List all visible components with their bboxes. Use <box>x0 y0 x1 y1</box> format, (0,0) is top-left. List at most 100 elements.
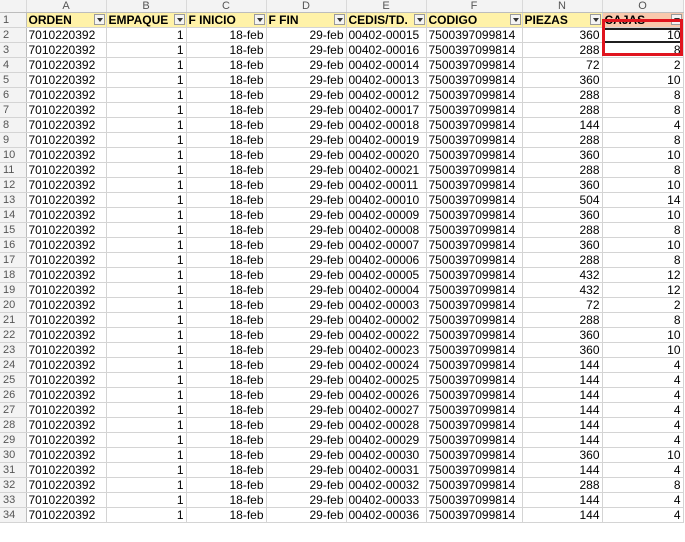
f-fin-cell[interactable]: 29-feb <box>266 147 347 163</box>
f-inicio-cell[interactable]: 18-feb <box>186 132 267 148</box>
cajas-cell[interactable]: 14 <box>602 192 684 208</box>
codigo-cell[interactable]: 7500397099814 <box>426 372 523 388</box>
cedis-cell[interactable]: 00402-00028 <box>346 417 427 433</box>
row-number[interactable]: 25 <box>0 372 27 388</box>
codigo-cell[interactable]: 7500397099814 <box>426 147 523 163</box>
row-number[interactable]: 14 <box>0 207 27 223</box>
cajas-cell[interactable]: 8 <box>602 87 684 103</box>
f-fin-cell[interactable]: 29-feb <box>266 492 347 508</box>
piezas-cell[interactable]: 360 <box>522 147 603 163</box>
cajas-cell[interactable]: 4 <box>602 462 684 478</box>
row-number[interactable]: 19 <box>0 282 27 298</box>
cajas-cell[interactable]: 10 <box>602 207 684 223</box>
orden-cell[interactable]: 7010220392 <box>26 342 107 358</box>
cajas-cell[interactable]: 4 <box>602 507 684 523</box>
f-fin-cell[interactable]: 29-feb <box>266 222 347 238</box>
codigo-cell[interactable]: 7500397099814 <box>426 237 523 253</box>
cedis-cell[interactable]: 00402-00016 <box>346 42 427 58</box>
codigo-cell[interactable]: 7500397099814 <box>426 207 523 223</box>
orden-cell[interactable]: 7010220392 <box>26 447 107 463</box>
piezas-cell[interactable]: 144 <box>522 357 603 373</box>
f-fin-cell[interactable]: 29-feb <box>266 102 347 118</box>
cedis-cell[interactable]: 00402-00015 <box>346 27 427 43</box>
row-number[interactable]: 6 <box>0 87 27 103</box>
orden-cell[interactable]: 7010220392 <box>26 27 107 43</box>
piezas-cell[interactable]: 144 <box>522 402 603 418</box>
empaque-cell[interactable]: 1 <box>106 252 187 268</box>
f-inicio-cell[interactable]: 18-feb <box>186 507 267 523</box>
empaque-cell[interactable]: 1 <box>106 357 187 373</box>
row-number[interactable]: 23 <box>0 342 27 358</box>
piezas-cell[interactable]: 144 <box>522 462 603 478</box>
cajas-cell[interactable]: 10 <box>602 342 684 358</box>
empaque-cell[interactable]: 1 <box>106 222 187 238</box>
cedis-cell[interactable]: 00402-00012 <box>346 87 427 103</box>
header-cell-codigo[interactable]: CODIGO <box>426 12 523 28</box>
filter-dropdown-icon[interactable] <box>589 14 601 25</box>
piezas-cell[interactable]: 144 <box>522 372 603 388</box>
cajas-cell[interactable]: 8 <box>602 102 684 118</box>
piezas-cell[interactable]: 72 <box>522 297 603 313</box>
row-number[interactable]: 26 <box>0 387 27 403</box>
header-cell-cedis[interactable]: CEDIS/TD. <box>346 12 427 28</box>
filter-dropdown-icon[interactable] <box>333 14 345 25</box>
row-number[interactable]: 34 <box>0 507 27 523</box>
cedis-cell[interactable]: 00402-00032 <box>346 477 427 493</box>
cedis-cell[interactable]: 00402-00002 <box>346 312 427 328</box>
codigo-cell[interactable]: 7500397099814 <box>426 507 523 523</box>
orden-cell[interactable]: 7010220392 <box>26 42 107 58</box>
piezas-cell[interactable]: 360 <box>522 72 603 88</box>
f-inicio-cell[interactable]: 18-feb <box>186 72 267 88</box>
row-number[interactable]: 2 <box>0 27 27 43</box>
empaque-cell[interactable]: 1 <box>106 462 187 478</box>
f-fin-cell[interactable]: 29-feb <box>266 207 347 223</box>
f-inicio-cell[interactable]: 18-feb <box>186 492 267 508</box>
row-number[interactable]: 9 <box>0 132 27 148</box>
orden-cell[interactable]: 7010220392 <box>26 327 107 343</box>
cajas-cell[interactable]: 10 <box>602 147 684 163</box>
filter-dropdown-icon[interactable] <box>253 14 265 25</box>
cajas-cell[interactable]: 8 <box>602 477 684 493</box>
cedis-cell[interactable]: 00402-00018 <box>346 117 427 133</box>
empaque-cell[interactable]: 1 <box>106 117 187 133</box>
orden-cell[interactable]: 7010220392 <box>26 312 107 328</box>
codigo-cell[interactable]: 7500397099814 <box>426 102 523 118</box>
piezas-cell[interactable]: 288 <box>522 132 603 148</box>
cajas-cell[interactable]: 4 <box>602 117 684 133</box>
f-inicio-cell[interactable]: 18-feb <box>186 207 267 223</box>
empaque-cell[interactable]: 1 <box>106 42 187 58</box>
cedis-cell[interactable]: 00402-00023 <box>346 342 427 358</box>
codigo-cell[interactable]: 7500397099814 <box>426 342 523 358</box>
f-fin-cell[interactable]: 29-feb <box>266 27 347 43</box>
f-fin-cell[interactable]: 29-feb <box>266 87 347 103</box>
empaque-cell[interactable]: 1 <box>106 72 187 88</box>
f-fin-cell[interactable]: 29-feb <box>266 57 347 73</box>
filter-dropdown-icon[interactable] <box>413 14 425 25</box>
empaque-cell[interactable]: 1 <box>106 402 187 418</box>
row-number[interactable]: 30 <box>0 447 27 463</box>
piezas-cell[interactable]: 288 <box>522 222 603 238</box>
cedis-cell[interactable]: 00402-00031 <box>346 462 427 478</box>
cedis-cell[interactable]: 00402-00011 <box>346 177 427 193</box>
empaque-cell[interactable]: 1 <box>106 432 187 448</box>
f-fin-cell[interactable]: 29-feb <box>266 372 347 388</box>
codigo-cell[interactable]: 7500397099814 <box>426 27 523 43</box>
f-fin-cell[interactable]: 29-feb <box>266 507 347 523</box>
orden-cell[interactable]: 7010220392 <box>26 72 107 88</box>
cajas-cell[interactable]: 10 <box>602 327 684 343</box>
row-number[interactable]: 27 <box>0 402 27 418</box>
piezas-cell[interactable]: 432 <box>522 267 603 283</box>
f-inicio-cell[interactable]: 18-feb <box>186 402 267 418</box>
cajas-cell[interactable]: 8 <box>602 222 684 238</box>
orden-cell[interactable]: 7010220392 <box>26 252 107 268</box>
f-inicio-cell[interactable]: 18-feb <box>186 147 267 163</box>
piezas-cell[interactable]: 288 <box>522 87 603 103</box>
cedis-cell[interactable]: 00402-00029 <box>346 432 427 448</box>
empaque-cell[interactable]: 1 <box>106 507 187 523</box>
row-number[interactable]: 20 <box>0 297 27 313</box>
f-inicio-cell[interactable]: 18-feb <box>186 177 267 193</box>
row-number[interactable]: 21 <box>0 312 27 328</box>
codigo-cell[interactable]: 7500397099814 <box>426 72 523 88</box>
cedis-cell[interactable]: 00402-00026 <box>346 387 427 403</box>
orden-cell[interactable]: 7010220392 <box>26 267 107 283</box>
